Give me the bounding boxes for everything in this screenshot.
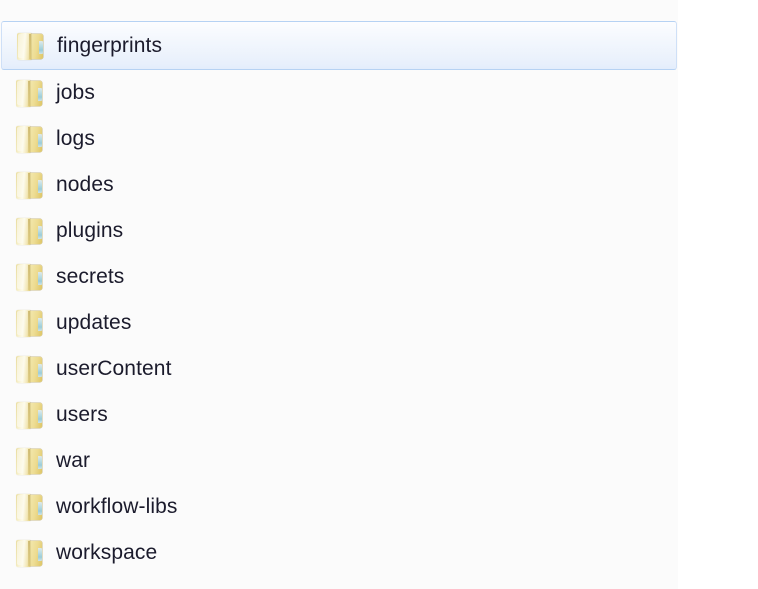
folder-icon	[14, 125, 45, 153]
file-list-item[interactable]: users	[0, 392, 678, 438]
file-list-item[interactable]: userContent	[0, 346, 678, 392]
file-list-item[interactable]: war	[0, 438, 678, 484]
file-list-item-label: fingerprints	[57, 33, 163, 57]
file-list-item[interactable]: fingerprints	[1, 21, 677, 70]
file-list-item[interactable]: jobs	[0, 70, 678, 116]
file-list-pane: fingerprints jobs logs nodes plugins secrets u…	[0, 0, 678, 589]
file-list-item[interactable]: nodes	[0, 162, 678, 208]
file-list-item[interactable]: secrets	[0, 254, 678, 300]
file-list-item[interactable]: workspace	[0, 530, 678, 576]
file-list-item-label: logs	[56, 127, 95, 150]
folder-icon	[15, 32, 46, 60]
folder-icon	[14, 355, 45, 383]
file-list-item-label: workspace	[56, 541, 158, 564]
file-list-item[interactable]: plugins	[0, 208, 678, 254]
folder-icon	[14, 309, 45, 337]
file-list-item[interactable]: workflow-libs	[0, 484, 678, 530]
file-list-item[interactable]: logs	[0, 116, 678, 162]
file-list[interactable]: fingerprints jobs logs nodes plugins secrets u…	[0, 21, 678, 576]
folder-icon	[14, 539, 45, 567]
folder-icon	[14, 79, 45, 107]
folder-icon	[14, 263, 45, 291]
file-list-item-label: war	[56, 449, 91, 472]
folder-icon	[14, 447, 45, 475]
file-list-item[interactable]: updates	[0, 300, 678, 346]
file-list-item-label: updates	[56, 311, 132, 334]
folder-icon	[14, 493, 45, 521]
folder-icon	[14, 217, 45, 245]
file-list-item-label: userContent	[56, 357, 172, 380]
file-list-item-label: users	[56, 403, 108, 426]
file-list-item-label: secrets	[56, 265, 125, 288]
file-list-item-label: plugins	[56, 219, 124, 242]
file-list-item-label: workflow-libs	[56, 495, 178, 518]
file-list-item-label: nodes	[56, 173, 114, 196]
folder-icon	[14, 171, 45, 199]
file-list-item-label: jobs	[56, 81, 95, 104]
folder-icon	[14, 401, 45, 429]
